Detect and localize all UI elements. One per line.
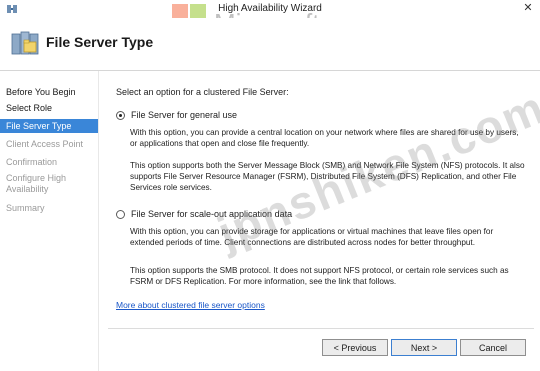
cancel-button[interactable]: Cancel <box>460 339 526 356</box>
option-general-use-label[interactable]: File Server for general use <box>131 110 237 120</box>
scale-out-protocol-note: This option supports the SMB protocol. I… <box>130 266 509 286</box>
nav-item-select-role[interactable]: Select Role <box>0 103 98 114</box>
radio-selected-dot <box>119 114 122 117</box>
clustered-file-server-help-link[interactable]: More about clustered file server options <box>116 300 265 310</box>
wizard-header: File Server Type <box>0 18 540 71</box>
wizard-nav: Before You Begin Select Role File Server… <box>0 71 99 371</box>
nav-item-configure-high-availability: Configure High Availability <box>6 173 67 194</box>
previous-button[interactable]: < Previous <box>322 339 388 356</box>
nav-item-summary: Summary <box>6 203 45 213</box>
close-button[interactable]: ✕ <box>520 1 536 15</box>
scale-out-description: With this option, you can provide storag… <box>130 227 494 247</box>
file-server-icon <box>11 31 39 55</box>
nav-item-confirmation: Confirmation <box>6 157 58 167</box>
nav-item-file-server-type[interactable]: File Server Type <box>0 119 98 133</box>
radio-scale-out[interactable] <box>116 210 125 219</box>
footer-divider <box>108 328 534 329</box>
general-use-protocol-note: This option supports both the Server Mes… <box>130 161 525 192</box>
option-scale-out-label[interactable]: File Server for scale-out application da… <box>131 209 292 219</box>
title-bar: High Availability Wizard ✕ <box>0 0 540 19</box>
nav-item-before-you-begin[interactable]: Before You Begin <box>0 87 98 98</box>
radio-general-use[interactable] <box>116 111 125 120</box>
window-title: High Availability Wizard <box>218 3 322 14</box>
wizard-content: Select an option for a clustered File Se… <box>108 71 534 331</box>
wizard-window: High Availability Wizard ✕ Microsoft Fil… <box>0 0 540 371</box>
next-button[interactable]: Next > <box>391 339 457 356</box>
nav-item-client-access-point: Client Access Point <box>6 139 84 149</box>
intro-text: Select an option for a clustered File Se… <box>116 87 289 97</box>
page-title: File Server Type <box>46 34 154 50</box>
general-use-description: With this option, you can provide a cent… <box>130 128 519 148</box>
